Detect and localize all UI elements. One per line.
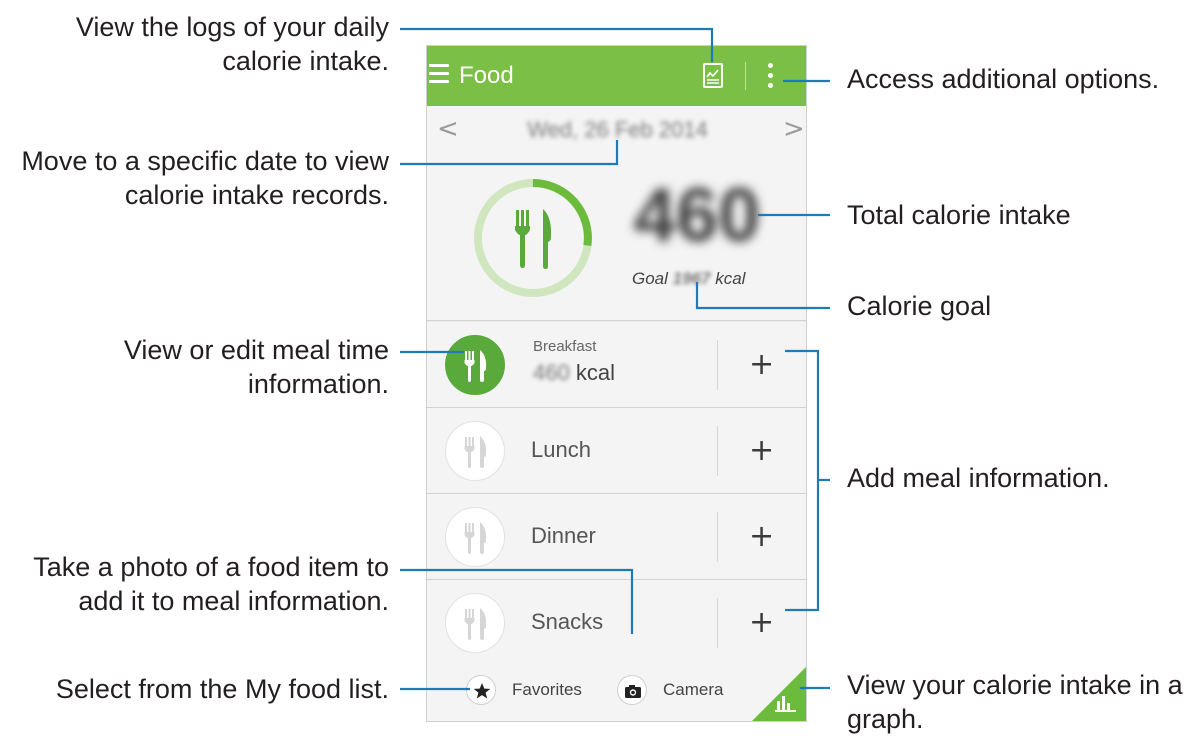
- goal-value: 1967: [672, 269, 711, 288]
- callout-logs: View the logs of your daily calorie inta…: [75, 12, 389, 76]
- menu-icon[interactable]: [429, 64, 449, 86]
- star-icon: [466, 675, 496, 705]
- fork-knife-icon: [464, 436, 487, 468]
- callout-goal: Calorie goal: [847, 291, 992, 321]
- favorites-label: Favorites: [512, 680, 582, 699]
- callout-date: Move to a specific date to view calorie …: [21, 146, 389, 210]
- meal-icon-snacks[interactable]: [445, 593, 505, 653]
- total-calorie-value: 460: [633, 173, 761, 258]
- meal-name-lunch: Lunch: [531, 437, 591, 462]
- appbar-divider: [745, 62, 746, 90]
- logs-icon[interactable]: [703, 63, 723, 88]
- more-options-icon[interactable]: [764, 63, 776, 91]
- next-date-button[interactable]: >: [783, 114, 805, 144]
- meal-row-lunch[interactable]: Lunch +: [427, 408, 806, 494]
- callout-total: Total calorie intake: [847, 200, 1071, 230]
- callout-options: Access additional options.: [847, 64, 1160, 94]
- meal-row-snacks[interactable]: Snacks +: [427, 580, 806, 666]
- calorie-summary: 460 Goal 1967 kcal: [427, 152, 806, 321]
- fork-knife-icon: [464, 350, 487, 382]
- date-navigator: < Wed, 26 Feb 2014 >: [427, 106, 806, 152]
- fork-knife-icon: [515, 209, 552, 269]
- callout-favorites: Select from the My food list.: [55, 674, 389, 704]
- callout-add-meal: Add meal information.: [847, 463, 1110, 493]
- meal-row-breakfast[interactable]: Breakfast 460 kcal +: [427, 322, 806, 408]
- bottom-bar: Favorites Camera: [427, 657, 806, 721]
- callout-meal-edit: View or edit meal time information.: [123, 335, 389, 399]
- calorie-goal: Goal 1967 kcal: [632, 269, 745, 289]
- calorie-progress-ring: [474, 179, 592, 297]
- meal-icon-dinner[interactable]: [445, 507, 505, 567]
- meal-name-snacks: Snacks: [531, 609, 604, 634]
- graph-icon[interactable]: [774, 691, 798, 713]
- meal-icon-breakfast[interactable]: [445, 335, 505, 395]
- add-breakfast-button[interactable]: +: [749, 347, 774, 382]
- food-app-screen: Food < Wed, 26 Feb 2014 > 460 Goal 1967 …: [426, 45, 807, 722]
- meal-name-dinner: Dinner: [531, 523, 596, 548]
- callout-graph: View your calorie intake in a graph.: [847, 670, 1183, 734]
- meal-icon-lunch[interactable]: [445, 421, 505, 481]
- fork-knife-icon: [464, 608, 487, 640]
- camera-label: Camera: [663, 680, 724, 699]
- callout-camera: Take a photo of a food item to add it to…: [33, 552, 389, 616]
- row-divider: [717, 340, 718, 390]
- breakfast-kcal-unit: kcal: [575, 360, 615, 385]
- app-title: Food: [459, 62, 514, 89]
- camera-icon: [617, 675, 647, 705]
- row-divider: [717, 512, 718, 562]
- add-lunch-button[interactable]: +: [749, 433, 774, 468]
- add-snacks-button[interactable]: +: [749, 605, 774, 640]
- app-bar: Food: [427, 46, 806, 106]
- meal-name-breakfast: Breakfast: [533, 338, 597, 355]
- goal-unit: kcal: [715, 269, 746, 288]
- current-date[interactable]: Wed, 26 Feb 2014: [427, 117, 806, 143]
- add-dinner-button[interactable]: +: [749, 519, 774, 554]
- row-divider: [717, 598, 718, 648]
- meal-row-dinner[interactable]: Dinner +: [427, 494, 806, 580]
- row-divider: [717, 426, 718, 476]
- goal-prefix: Goal: [632, 269, 668, 288]
- fork-knife-icon: [464, 522, 487, 554]
- breakfast-kcal-value: 460: [533, 360, 570, 385]
- meal-kcal-breakfast: 460 kcal: [533, 360, 615, 386]
